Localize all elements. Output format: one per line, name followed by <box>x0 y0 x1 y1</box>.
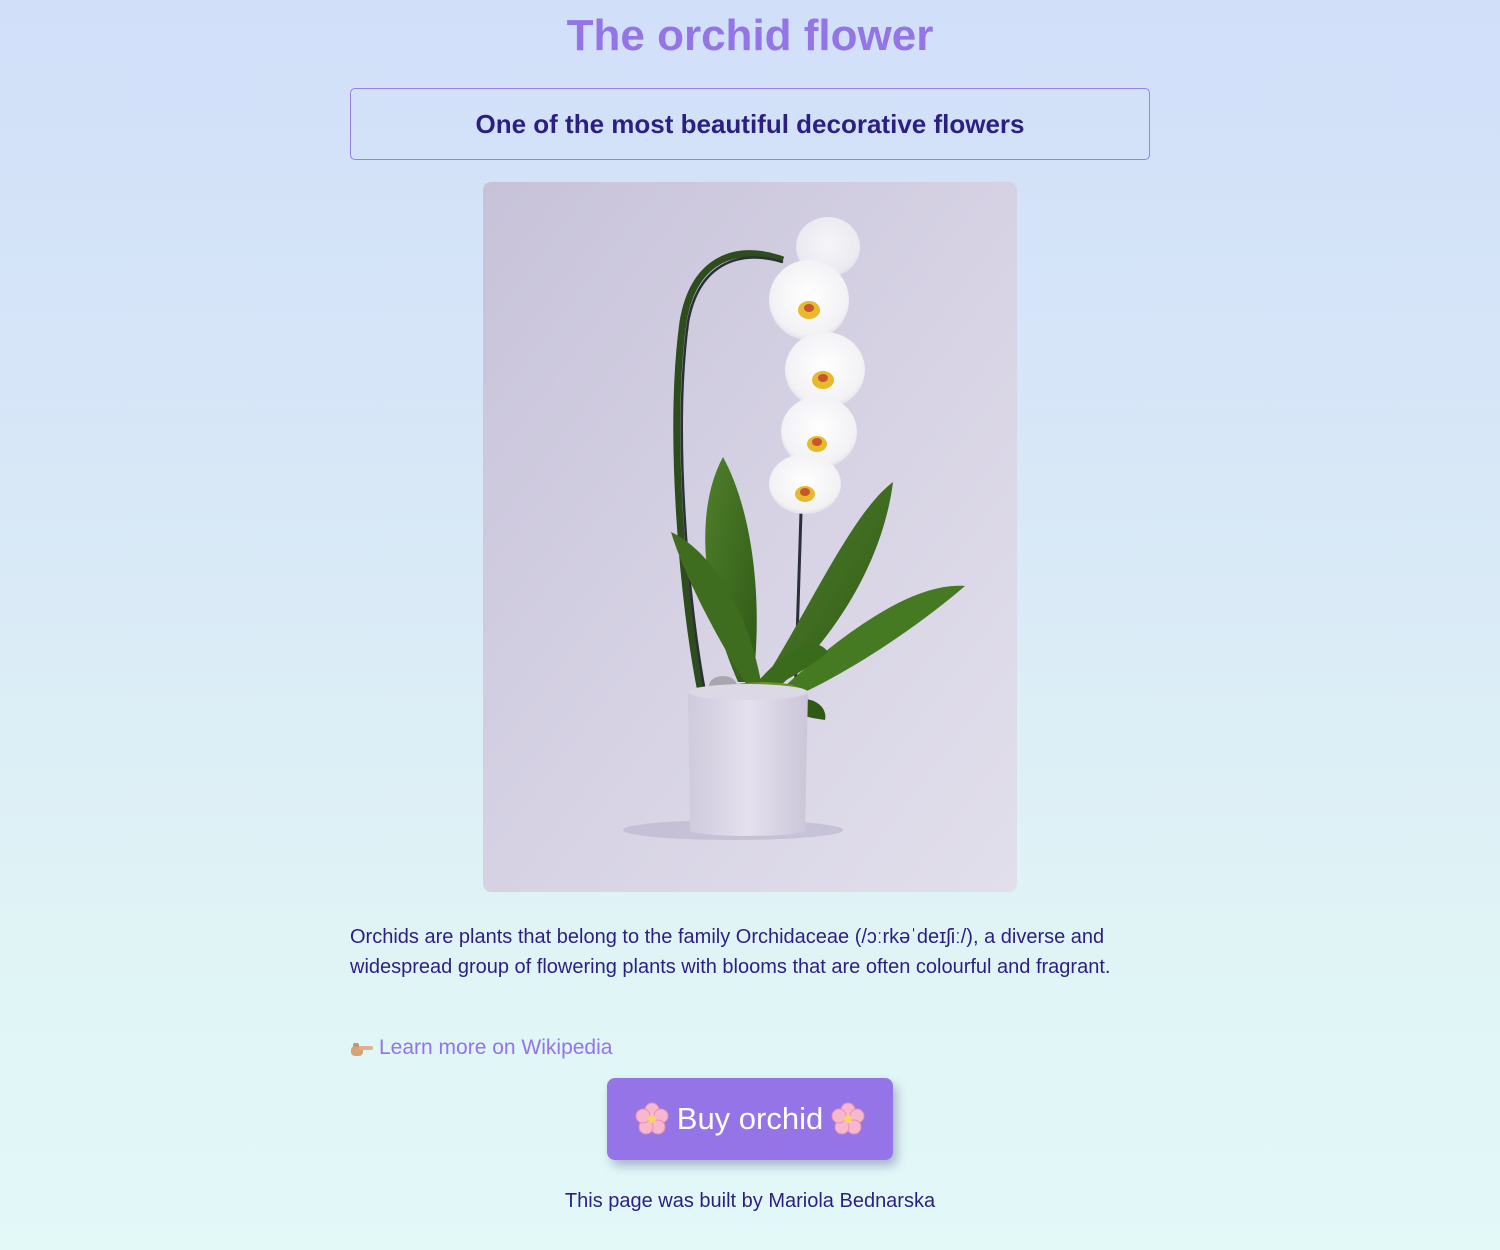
subtitle-box: One of the most beautiful decorative flo… <box>350 88 1150 160</box>
page-title: The orchid flower <box>566 11 934 60</box>
cherry-blossom-icon <box>831 1102 865 1136</box>
buy-orchid-button[interactable]: Buy orchid <box>607 1078 893 1160</box>
main-container: The orchid flower One of the most beauti… <box>350 0 1150 1213</box>
orchid-photo <box>483 182 1017 892</box>
cherry-blossom-icon <box>635 1102 669 1136</box>
buy-button-wrap: Buy orchid <box>350 1078 1150 1160</box>
pointing-hand-icon <box>350 1039 374 1057</box>
footer-credit: This page was built by Mariola Bednarska <box>564 1190 936 1212</box>
wikipedia-link[interactable]: Learn more on Wikipedia <box>379 1034 612 1062</box>
learn-more-row: Learn more on Wikipedia <box>350 1034 1150 1062</box>
orchid-image <box>483 182 1017 892</box>
buy-button-label: Buy orchid <box>676 1101 824 1136</box>
page-subtitle: One of the most beautiful decorative flo… <box>475 108 1025 139</box>
orchid-description: Orchids are plants that belong to the fa… <box>350 926 1111 978</box>
